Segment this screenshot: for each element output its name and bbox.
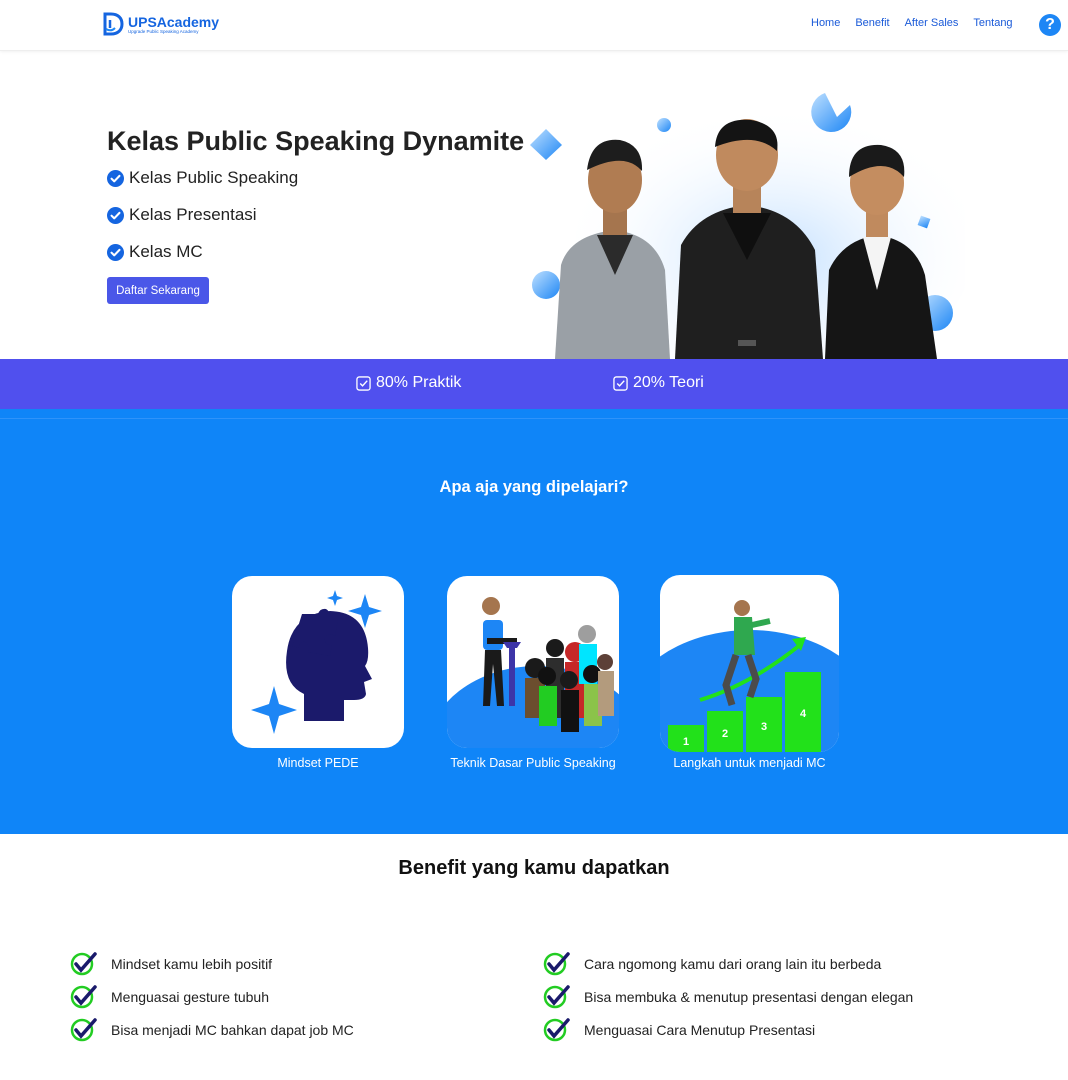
benefit-text: Bisa menjadi MC bahkan dapat job MC [111,1022,354,1038]
benefit-text: Menguasai gesture tubuh [111,989,269,1005]
brand-logo[interactable]: UPSAcademy Upgrade Public Speaking Acade… [103,12,219,38]
stats-strip [0,359,1068,409]
nav-tentang[interactable]: Tentang [973,16,1012,30]
step-4-label: 4 [800,708,807,720]
learn-title: Apa aja yang dipelajari? [439,478,629,496]
learn-card-mc[interactable]: 1 2 3 4 [660,575,839,752]
benefit-text: Mindset kamu lebih positif [111,956,273,972]
step-3-label: 3 [761,721,767,733]
green-check-icon [543,1018,570,1042]
checkbox-icon [356,375,371,391]
question-circle-icon[interactable]: ? [1039,14,1061,36]
climbing-steps-icon: 1 2 3 4 [660,600,839,752]
green-check-icon [543,985,570,1009]
check-circle-icon [107,206,124,224]
section-divider [0,418,1068,419]
hero-feature-label: Kelas Presentasi [129,205,257,224]
hero-feature-label: Kelas Public Speaking [129,168,299,187]
check-circle-icon [107,243,124,261]
hero-feature: Kelas Presentasi [107,205,257,225]
hero-feature-label: Kelas MC [129,242,203,261]
step-2-label: 2 [722,728,728,740]
stat-theory: 20% Teori [613,374,704,392]
hero-feature: Kelas Public Speaking [107,168,298,188]
hero-people-illustration [530,93,965,359]
hero-feature: Kelas MC [107,242,203,262]
benefit-item: Cara ngomong kamu dari orang lain itu be… [543,952,881,976]
green-check-icon [70,1018,97,1042]
speaker-audience-icon [447,597,619,748]
benefit-item: Menguasai gesture tubuh [70,985,269,1009]
learn-card-mindset[interactable] [232,576,404,748]
learn-card-label: Teknik Dasar Public Speaking [450,756,616,770]
register-button[interactable]: Daftar Sekarang [107,277,209,304]
benefit-item: Bisa membuka & menutup presentasi dengan… [543,985,913,1009]
hero-title: Kelas Public Speaking Dynamite [107,126,525,156]
learn-card-label: Mindset PEDE [277,756,359,770]
brand-tagline: Upgrade Public Speaking Academy [128,29,199,35]
benefit-text: Cara ngomong kamu dari orang lain itu be… [584,956,882,972]
nav-benefit[interactable]: Benefit [855,16,889,30]
benefit-item: Bisa menjadi MC bahkan dapat job MC [70,1018,354,1042]
green-check-icon [70,985,97,1009]
brand-name: UPSAcademy [128,14,220,31]
learn-card-label: Langkah untuk menjadi MC [673,756,826,770]
head-puzzle-icon [251,590,382,734]
benefit-text: Bisa membuka & menutup presentasi dengan… [584,989,914,1005]
navbar: UPSAcademy Upgrade Public Speaking Acade… [0,0,1068,51]
benefit-text: Menguasai Cara Menutup Presentasi [584,1022,816,1038]
stat-practice: 80% Praktik [356,374,461,392]
green-check-icon [70,952,97,976]
benefit-title: Benefit yang kamu dapatkan [398,857,670,879]
main-nav: Home Benefit After Sales Tentang [811,16,1028,30]
benefit-item: Mindset kamu lebih positif [70,952,272,976]
benefit-item: Menguasai Cara Menutup Presentasi [543,1018,815,1042]
nav-home[interactable]: Home [811,16,840,30]
learn-card-teknik[interactable] [447,576,619,748]
stat-practice-label: 80% Praktik [376,374,462,391]
checkbox-icon [613,375,628,391]
nav-after-sales[interactable]: After Sales [905,16,959,30]
check-circle-icon [107,169,124,187]
logo-icon [103,12,124,36]
green-check-icon [543,952,570,976]
step-1-label: 1 [683,736,689,748]
stat-theory-label: 20% Teori [633,374,704,391]
